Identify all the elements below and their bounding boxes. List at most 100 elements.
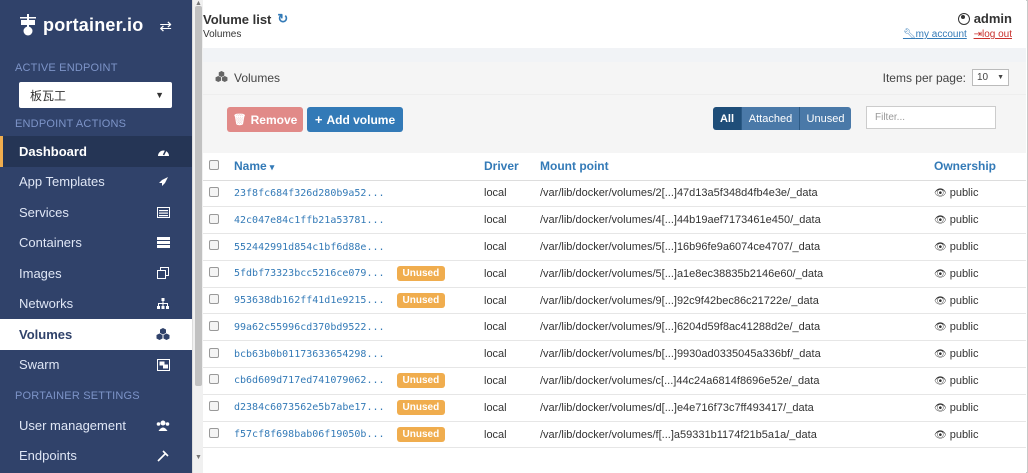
sidebar-item-label: Endpoints <box>19 448 77 464</box>
driver-cell: local <box>484 260 540 288</box>
clone-icon <box>156 266 170 280</box>
rocket-icon <box>156 175 170 189</box>
table-row: 99a62c55996cd370bd9522... local/var/lib/d… <box>203 313 1026 342</box>
column-header-mount-point[interactable]: Mount point <box>540 153 934 181</box>
eye-icon: 👁︎ <box>934 268 947 280</box>
ownership-label: public <box>949 294 979 307</box>
sidebar-item-app-templates[interactable]: App Templates <box>0 167 192 198</box>
ownership-cell: 👁︎ public <box>934 340 1026 369</box>
my-account-link[interactable]: 🔧︎my account <box>903 29 967 40</box>
portainer-settings-title: PORTAINER SETTINGS <box>15 390 140 402</box>
mount-point-cell: /var/lib/docker/volumes/4[...]44b19aef71… <box>540 206 934 235</box>
row-select-cell <box>203 233 234 261</box>
sidebar-item-services[interactable]: Services <box>0 197 192 228</box>
row-select-cell <box>203 206 234 235</box>
column-header-driver[interactable]: Driver <box>484 153 540 181</box>
name-cell: 42c047e84c1ffb21a53781... <box>234 206 484 235</box>
filter-input[interactable]: Filter... <box>866 106 996 129</box>
sidebar-item-networks[interactable]: Networks <box>0 289 192 320</box>
brand[interactable]: portainer.io ⇄ <box>0 0 192 50</box>
row-checkbox[interactable] <box>209 347 219 358</box>
volume-name-link[interactable]: bcb63b0b01173633654298... <box>234 349 385 360</box>
column-header-ownership[interactable]: Ownership <box>934 153 1026 181</box>
row-checkbox[interactable] <box>209 267 219 278</box>
trash-icon: 🗑︎ <box>232 114 247 126</box>
row-checkbox[interactable] <box>209 240 219 251</box>
sidebar-item-dashboard[interactable]: Dashboard <box>0 136 192 167</box>
row-checkbox[interactable] <box>209 213 219 224</box>
plug-icon <box>156 449 170 463</box>
scrollbar-thumb[interactable] <box>195 6 202 386</box>
volume-name-link[interactable]: 552442991d854c1bf6d88e... <box>234 242 385 253</box>
widget-toolbar: 🗑︎ Remove + Add volume All Attached Unus… <box>203 95 1026 153</box>
name-cell: 953638db162ff41d1e9215... Unused <box>234 287 484 315</box>
mount-point-cell: /var/lib/docker/volumes/f[...]a59331b117… <box>540 421 934 449</box>
items-per-page-select[interactable]: 10 ▼ <box>972 69 1009 86</box>
column-header-name-label: Name <box>234 159 267 174</box>
items-per-page-value: 10 <box>977 72 989 83</box>
volume-name-link[interactable]: 23f8fc684f326d280b9a52... <box>234 188 385 199</box>
row-checkbox[interactable] <box>209 186 219 197</box>
scroll-down-icon[interactable]: ▼ <box>194 454 203 461</box>
eye-icon: 👁︎ <box>934 322 947 334</box>
row-checkbox[interactable] <box>209 374 219 385</box>
row-select-cell <box>203 421 234 449</box>
sidebar-item-volumes[interactable]: Volumes <box>0 319 192 350</box>
sidebar-item-user-management[interactable]: User management <box>0 410 192 441</box>
user-circle-icon <box>957 12 970 25</box>
driver-cell: local <box>484 421 540 449</box>
filter-unused-button[interactable]: Unused <box>799 107 851 130</box>
mount-point-cell: /var/lib/docker/volumes/d[...]e4e716f73c… <box>540 394 934 422</box>
add-volume-button[interactable]: + Add volume <box>307 107 403 132</box>
filter-attached-button[interactable]: Attached <box>741 107 799 130</box>
eye-icon: 👁︎ <box>934 375 947 387</box>
remove-button[interactable]: 🗑︎ Remove <box>227 107 303 132</box>
volume-name-link[interactable]: d2384c6073562e5b7abe17... <box>234 402 385 413</box>
sitemap-icon <box>156 297 170 311</box>
sidebar-item-endpoints[interactable]: Endpoints <box>0 441 192 472</box>
select-all-checkbox[interactable] <box>209 160 219 171</box>
driver-cell: local <box>484 340 540 369</box>
ownership-cell: 👁︎ public <box>934 206 1026 235</box>
brand-name: portainer.io <box>43 14 144 35</box>
driver-cell: local <box>484 287 540 315</box>
ownership-cell: 👁︎ public <box>934 287 1026 315</box>
volume-name-link[interactable]: 99a62c55996cd370bd9522... <box>234 322 385 333</box>
column-header-name[interactable]: Name ▾ <box>234 153 484 181</box>
volume-name-link[interactable]: 5fdbf73323bcc5216ce079... <box>234 268 385 279</box>
log-out-link[interactable]: ⇥log out <box>974 29 1012 40</box>
table-body: 23f8fc684f326d280b9a52... local/var/lib/d… <box>203 180 1026 449</box>
endpoint-select[interactable]: 板瓦工 ▼ <box>19 82 172 108</box>
row-checkbox[interactable] <box>209 294 219 305</box>
sidebar-item-images[interactable]: Images <box>0 258 192 289</box>
refresh-icon[interactable]: ↻ <box>277 11 288 27</box>
volume-name-link[interactable]: 42c047e84c1ffb21a53781... <box>234 215 385 226</box>
exchange-icon[interactable]: ⇄ <box>159 17 172 35</box>
sidebar-item-label: User management <box>19 417 126 433</box>
filter-all-button[interactable]: All <box>713 107 741 130</box>
list-alt-icon <box>156 205 170 219</box>
volume-name-link[interactable]: f57cf8f698bab06f19050b... <box>234 429 385 440</box>
sidebar-item-swarm[interactable]: Swarm <box>0 350 192 381</box>
ownership-label: public <box>949 401 979 414</box>
sidebar-scrollbar[interactable]: ▲ ▼ <box>192 0 203 473</box>
cubes-icon <box>156 327 170 341</box>
row-checkbox[interactable] <box>209 428 219 439</box>
sidebar-item-label: Services <box>19 204 69 220</box>
eye-icon: 👁︎ <box>934 295 947 307</box>
sidebar-item-containers[interactable]: Containers <box>0 228 192 259</box>
username: admin <box>973 11 1012 26</box>
ownership-label: public <box>949 348 979 361</box>
breadcrumb: Volumes <box>203 29 242 40</box>
object-group-icon <box>156 358 170 372</box>
volume-name-link[interactable]: cb6d609d717ed741079062... <box>234 375 385 386</box>
log-out-label: log out <box>981 29 1012 40</box>
add-volume-label: Add volume <box>326 112 396 127</box>
row-checkbox[interactable] <box>209 401 219 412</box>
sidebar-item-label: Images <box>19 265 62 281</box>
driver-cell: local <box>484 206 540 235</box>
volume-name-link[interactable]: 953638db162ff41d1e9215... <box>234 295 385 306</box>
mount-point-cell: /var/lib/docker/volumes/2[...]47d13a5f34… <box>540 180 934 208</box>
row-checkbox[interactable] <box>209 320 219 331</box>
page-title: Volume list ↻ <box>203 11 288 27</box>
